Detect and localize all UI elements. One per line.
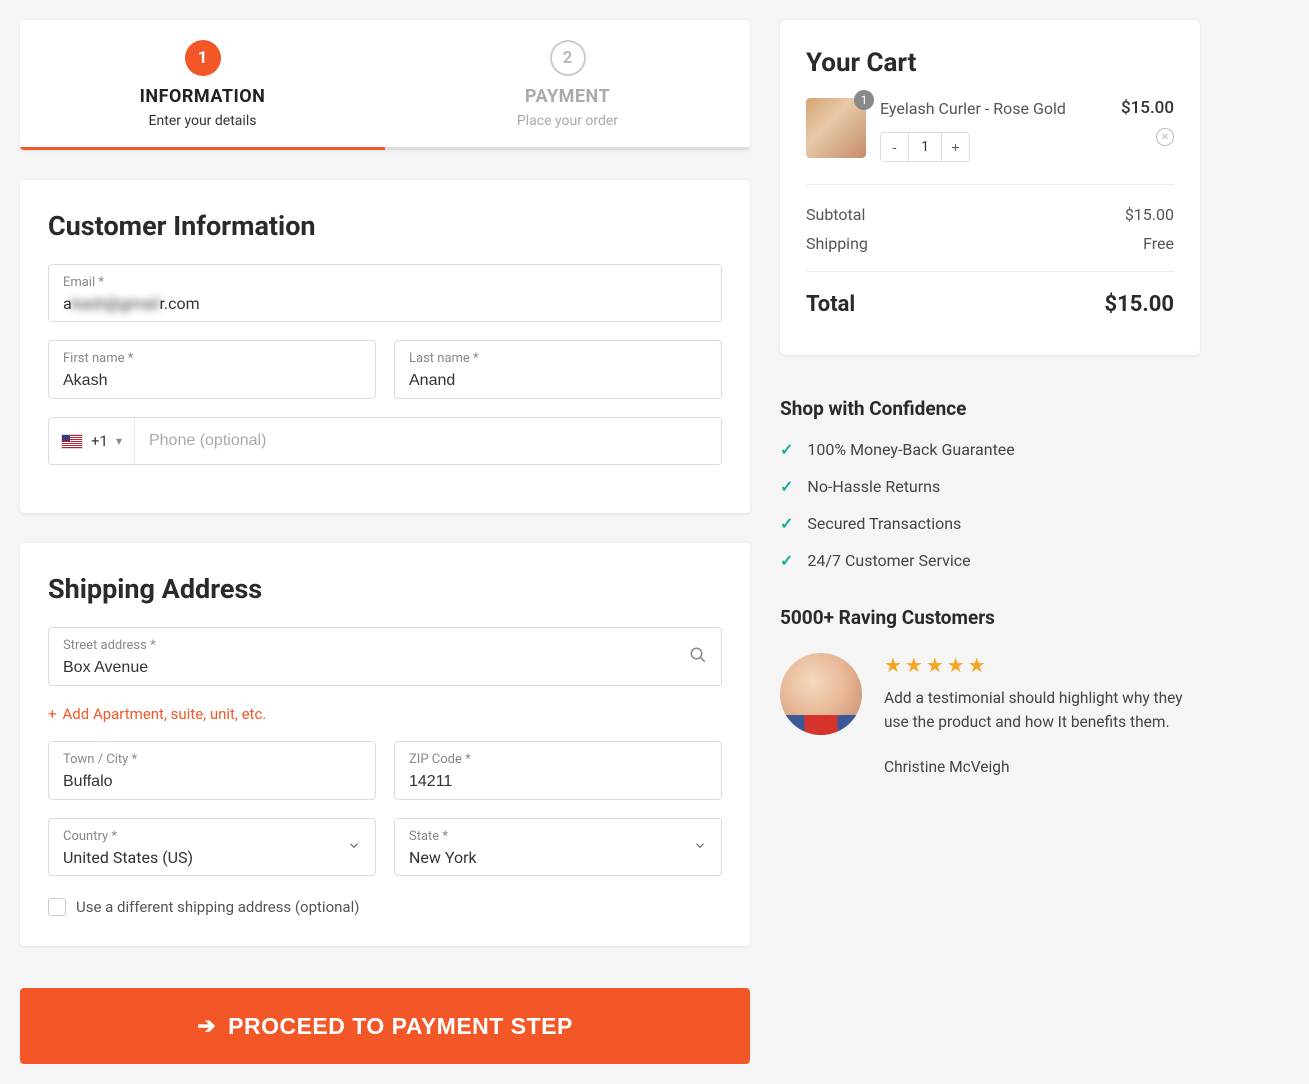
avatar (780, 653, 862, 735)
email-suffix: r.com (159, 294, 199, 313)
step-subtitle: Enter your details (30, 113, 375, 129)
country-select[interactable]: United States (US) (63, 848, 361, 867)
email-field-wrapper[interactable]: Email * akash@gmailr.com (48, 264, 722, 322)
shipping-heading: Shipping Address (48, 573, 722, 605)
state-select[interactable]: New York (409, 848, 707, 867)
total-label: Total (806, 292, 855, 317)
email-prefix: a (63, 294, 72, 313)
last-name-field[interactable] (409, 372, 707, 390)
chevron-down-icon (693, 838, 707, 857)
qty-value: 1 (909, 133, 941, 161)
add-apartment-link[interactable]: + Add Apartment, suite, unit, etc. (48, 705, 266, 723)
step-number: 2 (550, 40, 586, 76)
subtotal-value: $15.00 (1125, 205, 1174, 224)
testimonial-text: Add a testimonial should highlight why t… (884, 687, 1200, 734)
email-label: Email * (63, 275, 707, 290)
first-name-label: First name * (63, 351, 361, 366)
checkout-steps: 1 INFORMATION Enter your details 2 PAYME… (20, 20, 750, 150)
product-thumbnail: 1 (806, 98, 866, 158)
cart-item: 1 Eyelash Curler - Rose Gold - 1 + $15.0… (806, 98, 1174, 185)
step-title: INFORMATION (30, 86, 375, 107)
email-blurred: kash@gmail (72, 294, 160, 313)
proceed-button[interactable]: ➔ PROCEED TO PAYMENT STEP (20, 988, 750, 1064)
product-price: $15.00 (1121, 98, 1174, 118)
confidence-item: ✓ 24/7 Customer Service (780, 551, 1200, 570)
close-icon: ✕ (1161, 132, 1169, 143)
shipping-value: Free (1143, 234, 1174, 253)
last-name-wrapper[interactable]: Last name * (394, 340, 722, 399)
phone-field-wrapper: +1 ▾ (48, 417, 722, 465)
star-rating: ★★★★★ (884, 653, 1200, 677)
proceed-label: PROCEED TO PAYMENT STEP (228, 1013, 573, 1040)
confidence-heading: Shop with Confidence (780, 397, 1200, 420)
add-apartment-label: Add Apartment, suite, unit, etc. (63, 705, 267, 723)
qty-plus-button[interactable]: + (941, 133, 969, 161)
step-payment[interactable]: 2 PAYMENT Place your order (385, 20, 750, 147)
first-name-wrapper[interactable]: First name * (48, 340, 376, 399)
qty-minus-button[interactable]: - (881, 133, 909, 161)
testimonial-heading: 5000+ Raving Customers (780, 606, 1200, 629)
chevron-down-icon: ▾ (116, 434, 122, 448)
chevron-down-icon (347, 838, 361, 857)
phone-field[interactable] (135, 418, 721, 464)
confidence-text: Secured Transactions (807, 514, 961, 533)
cart-card: Your Cart 1 Eyelash Curler - Rose Gold -… (780, 20, 1200, 355)
different-address-row: Use a different shipping address (option… (48, 898, 722, 916)
city-wrapper[interactable]: Town / City * (48, 741, 376, 800)
confidence-text: 24/7 Customer Service (807, 551, 970, 570)
street-wrapper[interactable]: Street address * (48, 627, 722, 686)
street-field[interactable] (63, 659, 707, 677)
last-name-label: Last name * (409, 351, 707, 366)
progress-bar (20, 147, 750, 150)
cart-totals: Subtotal $15.00 Shipping Free Total $15.… (806, 205, 1174, 317)
different-address-checkbox[interactable] (48, 898, 66, 916)
street-label: Street address * (63, 638, 707, 653)
check-icon: ✓ (780, 440, 793, 459)
product-name: Eyelash Curler - Rose Gold (880, 98, 1107, 120)
plus-icon: + (48, 705, 57, 723)
country-label: Country * (63, 829, 361, 844)
arrow-right-icon: ➔ (197, 1013, 216, 1039)
phone-country-code: +1 (91, 432, 108, 450)
confidence-text: 100% Money-Back Guarantee (807, 440, 1014, 459)
state-wrapper[interactable]: State * New York (394, 818, 722, 876)
quantity-stepper: - 1 + (880, 132, 970, 162)
city-field[interactable] (63, 773, 361, 791)
cart-heading: Your Cart (806, 48, 1174, 78)
state-label: State * (409, 829, 707, 844)
step-information[interactable]: 1 INFORMATION Enter your details (20, 20, 385, 147)
search-icon (689, 646, 707, 668)
zip-wrapper[interactable]: ZIP Code * (394, 741, 722, 800)
first-name-field[interactable] (63, 372, 361, 390)
phone-country-selector[interactable]: +1 ▾ (49, 418, 135, 464)
check-icon: ✓ (780, 514, 793, 533)
confidence-text: No-Hassle Returns (807, 477, 940, 496)
confidence-section: Shop with Confidence ✓ 100% Money-Back G… (780, 397, 1200, 570)
country-wrapper[interactable]: Country * United States (US) (48, 818, 376, 876)
flag-icon (61, 434, 83, 449)
shipping-address-card: Shipping Address Street address * + Add … (20, 543, 750, 946)
email-field[interactable]: akash@gmailr.com (63, 294, 707, 313)
step-number: 1 (185, 40, 221, 76)
shipping-label: Shipping (806, 234, 868, 253)
quantity-badge: 1 (854, 90, 874, 110)
testimonial-section: 5000+ Raving Customers ★★★★★ Add a testi… (780, 606, 1200, 776)
total-value: $15.00 (1105, 292, 1175, 317)
confidence-item: ✓ Secured Transactions (780, 514, 1200, 533)
step-subtitle: Place your order (395, 113, 740, 129)
different-address-label: Use a different shipping address (option… (76, 898, 359, 916)
subtotal-label: Subtotal (806, 205, 865, 224)
confidence-item: ✓ 100% Money-Back Guarantee (780, 440, 1200, 459)
check-icon: ✓ (780, 477, 793, 496)
check-icon: ✓ (780, 551, 793, 570)
remove-item-button[interactable]: ✕ (1156, 128, 1174, 146)
step-title: PAYMENT (395, 86, 740, 107)
confidence-item: ✓ No-Hassle Returns (780, 477, 1200, 496)
customer-heading: Customer Information (48, 210, 722, 242)
city-label: Town / City * (63, 752, 361, 767)
zip-field[interactable] (409, 773, 707, 791)
customer-info-card: Customer Information Email * akash@gmail… (20, 180, 750, 513)
testimonial-author: Christine McVeigh (884, 758, 1200, 776)
zip-label: ZIP Code * (409, 752, 707, 767)
